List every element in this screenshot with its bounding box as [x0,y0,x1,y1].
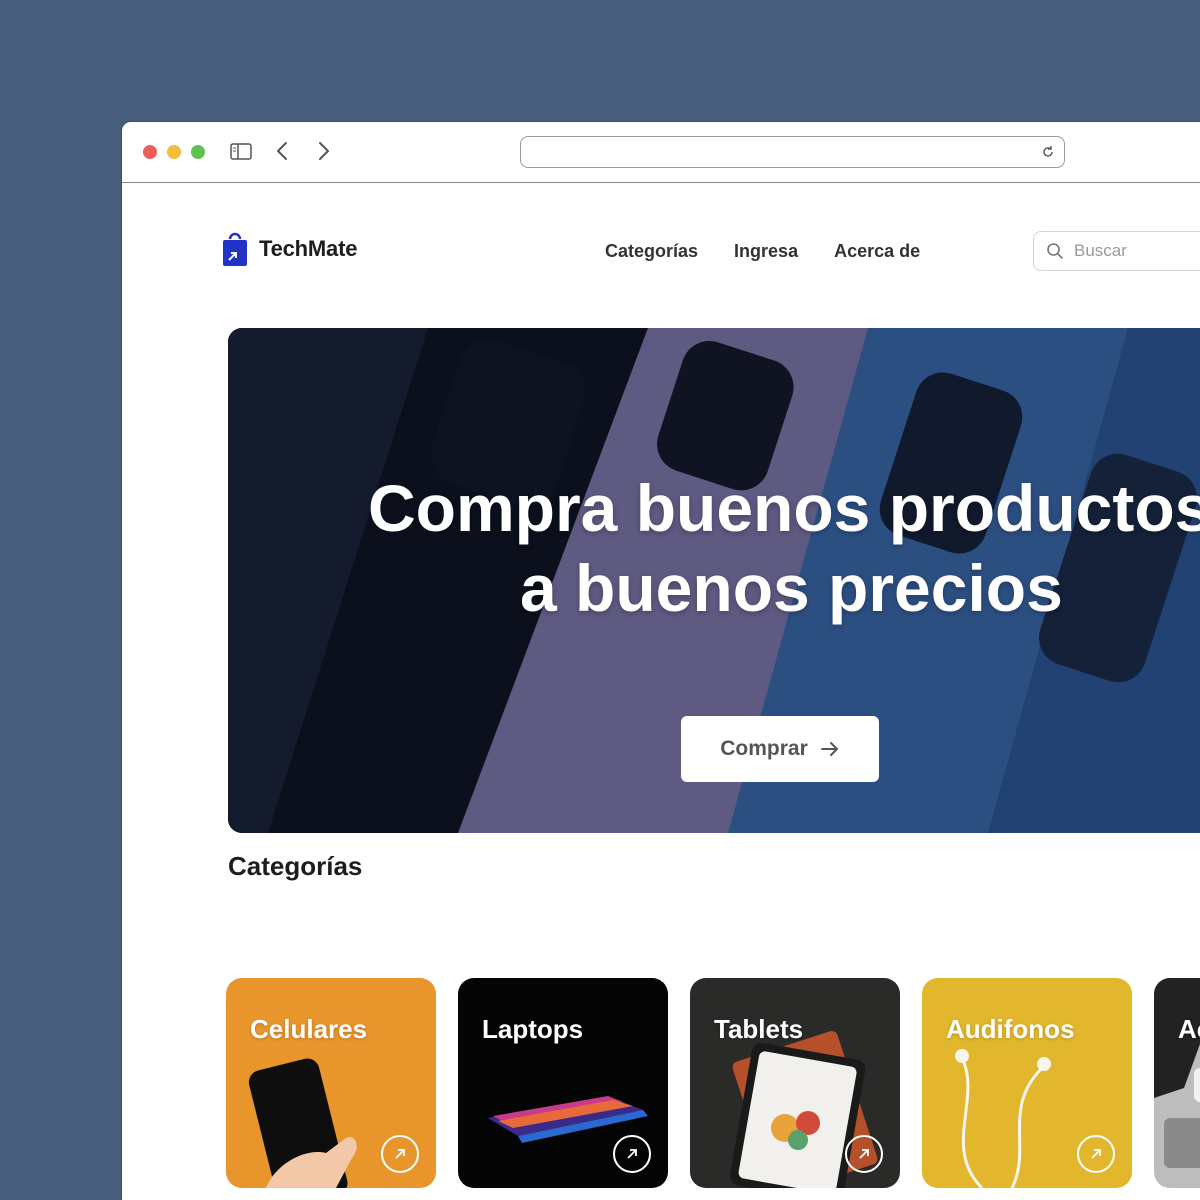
category-card-tablets[interactable]: Tablets [690,978,900,1188]
category-label: Tablets [714,1014,804,1044]
category-card-celulares[interactable]: Celulares [226,978,436,1188]
category-label: Celulares [250,1014,368,1044]
hero-title-line-2: a buenos precios [520,551,1063,625]
category-label: Ac [1178,1014,1200,1044]
close-window-button[interactable] [143,145,157,159]
maximize-window-button[interactable] [191,145,205,159]
category-card-laptops[interactable]: Laptops [458,978,668,1188]
back-arrow-icon[interactable] [274,140,290,162]
accessories-image [1154,978,1200,1188]
web-page: TechMate Categorías Ingresa Acerca de Bu… [122,183,1200,1200]
address-bar[interactable] [520,136,1065,168]
brand-name: TechMate [259,236,358,261]
open-category-icon[interactable] [845,1135,883,1173]
category-card-accesorios[interactable]: Ac [1154,978,1200,1188]
search-input[interactable] [1074,241,1200,261]
open-category-icon[interactable] [381,1135,419,1173]
category-card-audifonos[interactable]: Audifonos [922,978,1132,1188]
main-navigation: Categorías Ingresa Acerca de [605,241,920,262]
sidebar-toggle-icon[interactable] [230,143,252,160]
hero-headline: Compra buenos productos a buenos precios [368,468,1200,628]
search-box[interactable] [1033,231,1200,271]
category-label: Laptops [482,1014,584,1044]
hero-title-line-1: Compra buenos productos [368,471,1200,545]
category-cards: Celulares Laptops Tablets Audifonos A [226,978,1200,1188]
brand-logo[interactable]: TechMate [221,231,357,267]
browser-toolbar [122,122,1200,183]
nav-ingresa[interactable]: Ingresa [734,241,798,262]
comprar-button[interactable]: Comprar [681,716,879,782]
browser-window: TechMate Categorías Ingresa Acerca de Bu… [121,121,1200,1200]
comprar-label: Comprar [720,737,808,760]
nav-acerca-de[interactable]: Acerca de [834,241,920,262]
open-category-icon[interactable] [1077,1135,1115,1173]
arrow-right-icon [820,742,838,756]
open-category-icon[interactable] [613,1135,651,1173]
reload-icon[interactable] [1041,145,1055,159]
minimize-window-button[interactable] [167,145,181,159]
forward-arrow-icon[interactable] [316,140,332,162]
hero-banner: Compra buenos productos a buenos precios… [228,328,1200,833]
categories-heading: Categorías [228,851,363,881]
nav-categorias[interactable]: Categorías [605,241,698,262]
shopping-bag-icon [223,232,247,266]
category-label: Audifonos [946,1014,1075,1044]
search-icon [1047,243,1063,259]
